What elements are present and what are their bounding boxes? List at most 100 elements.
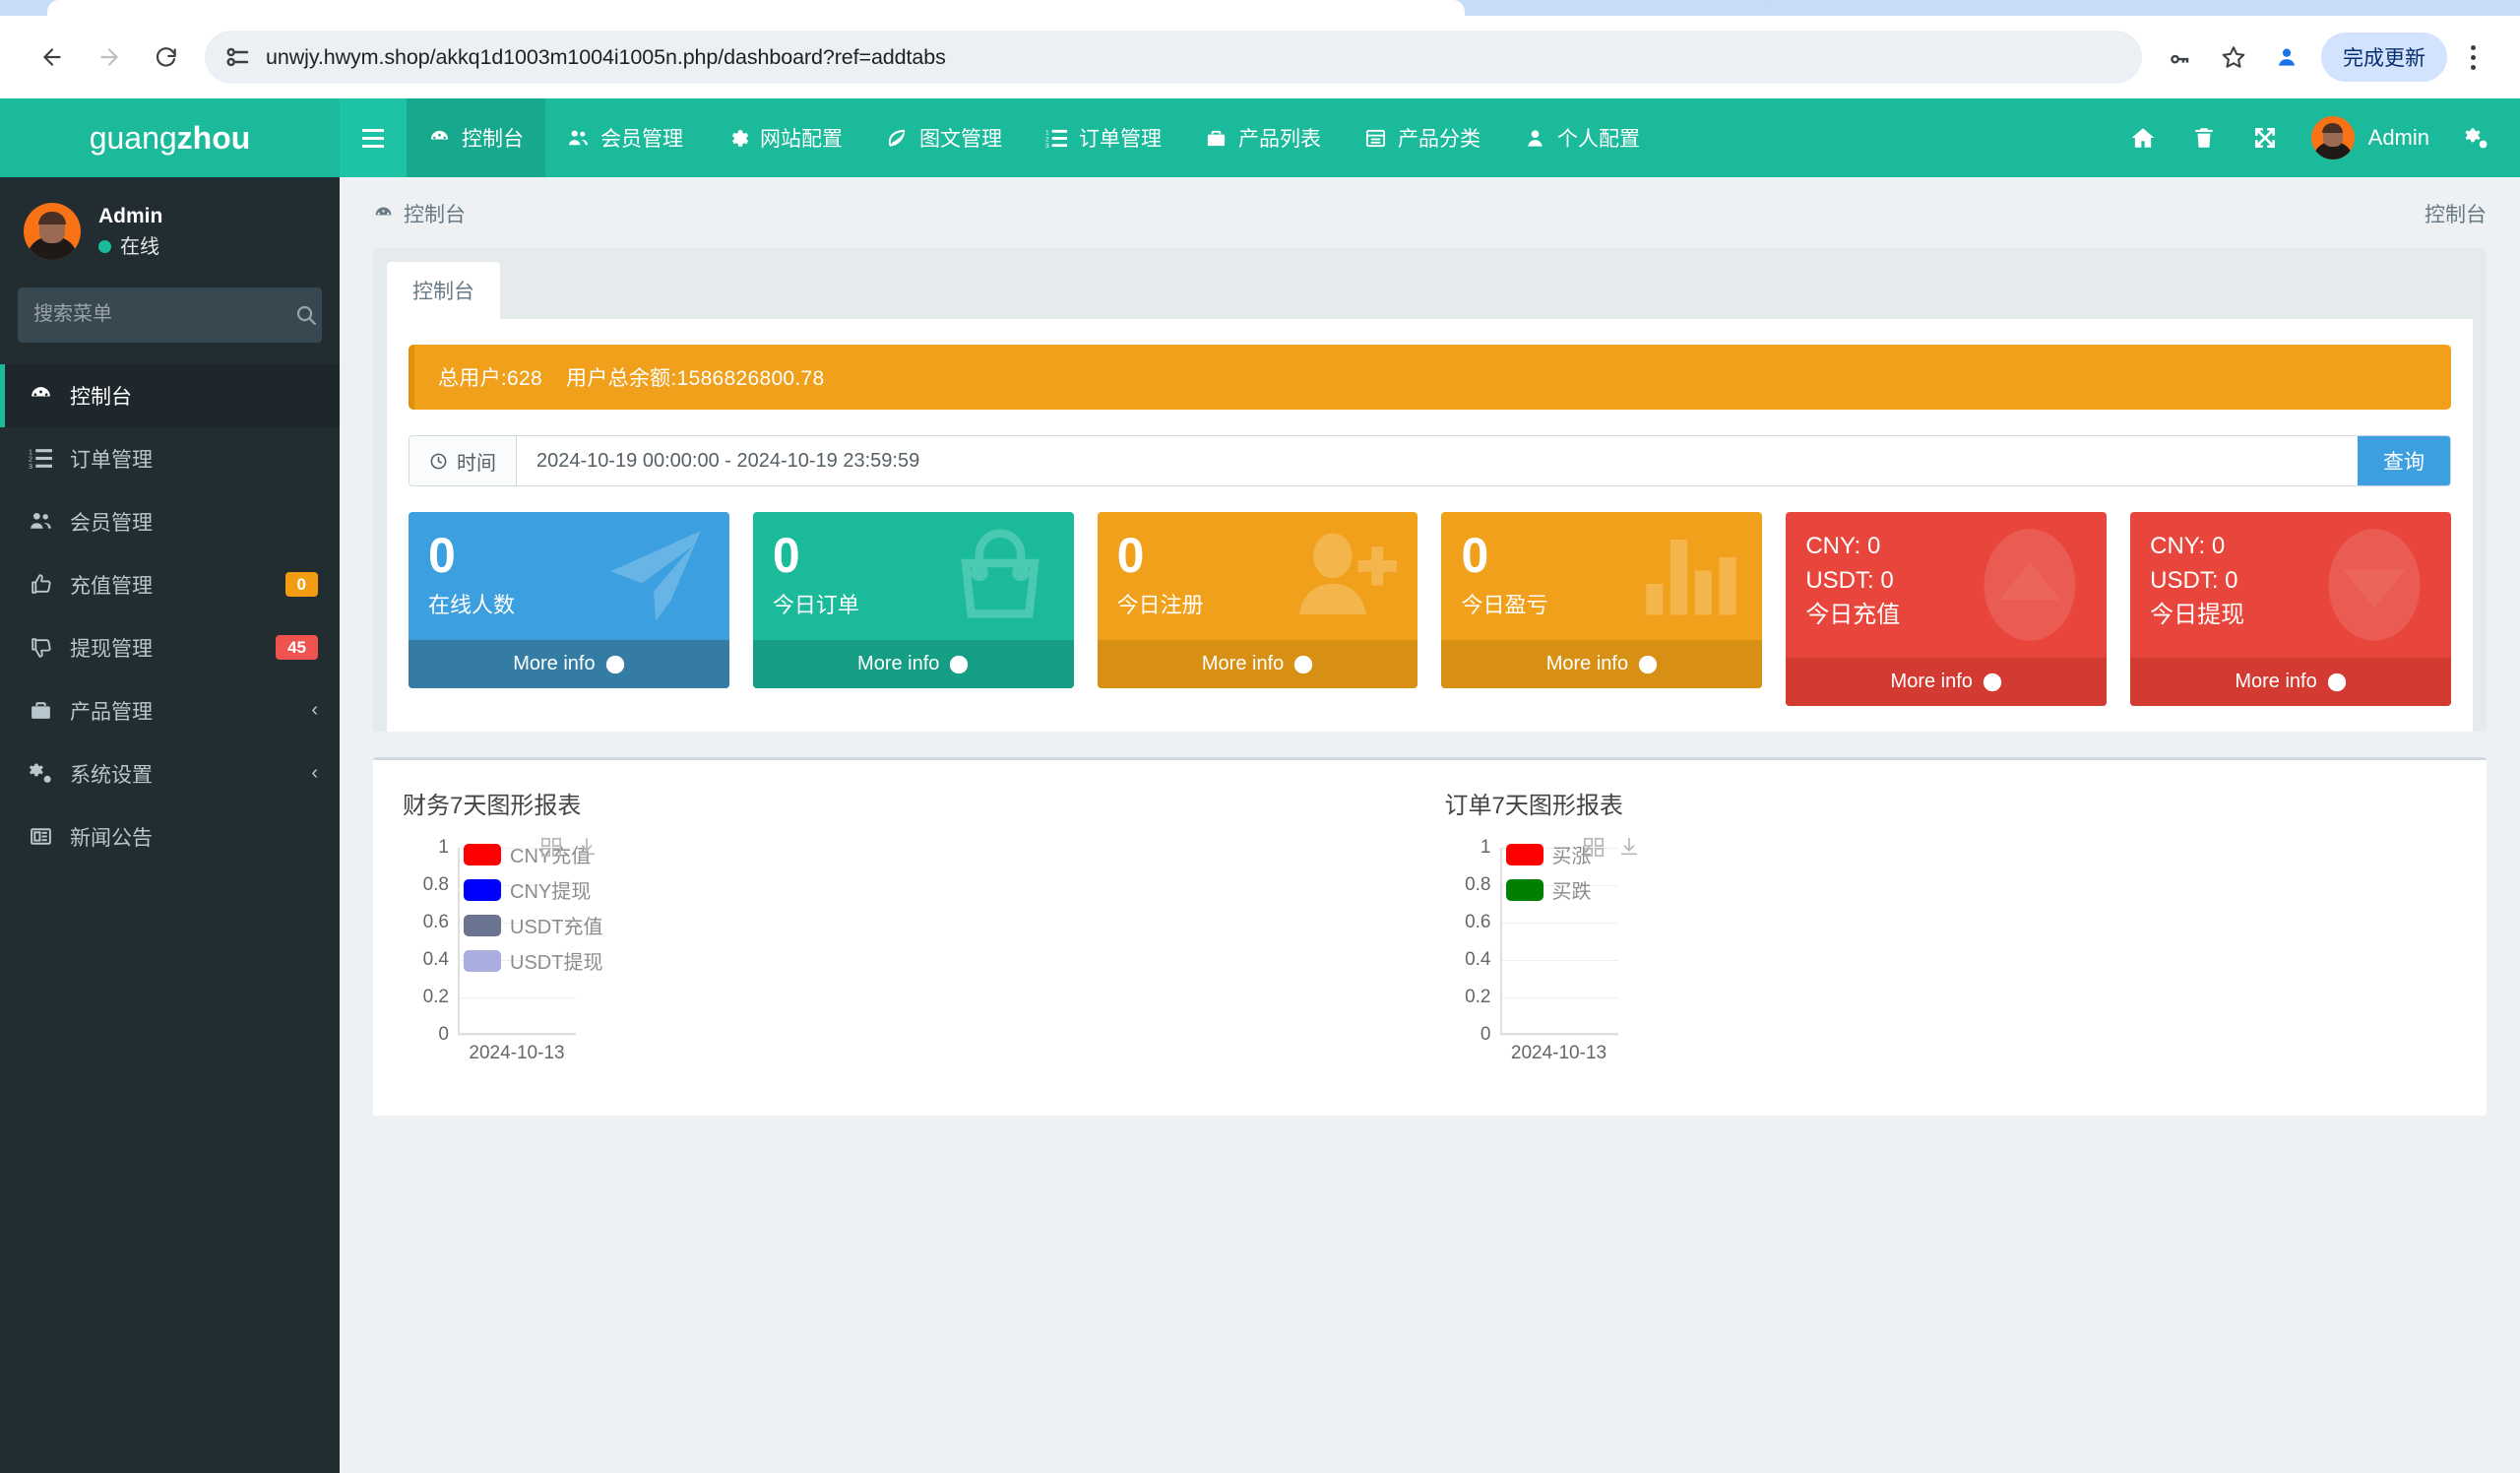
more-info-link[interactable]: More info: [2130, 658, 2451, 706]
chart-gridline: [1499, 923, 1618, 924]
nav-link-2[interactable]: 网站配置: [705, 98, 864, 177]
more-info-link[interactable]: More info: [409, 640, 729, 688]
sidebar-item-label: 控制台: [70, 385, 132, 409]
nav-link-6[interactable]: 产品分类: [1343, 98, 1502, 177]
more-info-link[interactable]: More info: [752, 640, 1074, 688]
more-info-link[interactable]: More info: [1097, 640, 1418, 688]
home-icon[interactable]: [2112, 98, 2174, 177]
more-info-link[interactable]: More info: [1786, 658, 2108, 706]
nav-link-7[interactable]: 个人配置: [1502, 98, 1662, 177]
nav-link-5[interactable]: 产品列表: [1183, 98, 1343, 177]
nav-link-1[interactable]: 会员管理: [545, 98, 705, 177]
chart-legend-item[interactable]: USDT提现: [464, 946, 602, 975]
finish-update-button[interactable]: 完成更新: [2321, 32, 2447, 82]
search-icon[interactable]: [294, 303, 318, 327]
more-info-link[interactable]: More info: [1441, 640, 1763, 688]
tabstrip-left-spacer: [0, 0, 47, 16]
chart-y-tick: 1: [438, 837, 449, 858]
money-card-usdt: USDT: 0: [2150, 564, 2431, 599]
browser-profile-icon[interactable]: [2262, 32, 2311, 82]
stat-card-value: 0: [772, 528, 800, 583]
reload-icon[interactable]: [140, 31, 193, 84]
chart-y-tick: 0: [438, 1024, 449, 1045]
stat-card-2[interactable]: 0 今日注册 More info: [1097, 512, 1418, 688]
sidebar-item-label: 系统设置: [70, 763, 153, 787]
money-card-label: 今日充值: [1805, 601, 1901, 628]
arrow-circle-right-icon: [2327, 672, 2346, 691]
nav-link-label: 产品分类: [1398, 128, 1480, 151]
chart-x-axis: [1499, 1033, 1618, 1035]
online-dot-icon: [98, 240, 111, 253]
chart-toolbar: [1583, 836, 1640, 863]
money-card-cny-value: 0: [2211, 533, 2226, 559]
sidebar-item-label: 提现管理: [70, 637, 153, 661]
password-key-icon[interactable]: [2156, 32, 2205, 82]
address-bar[interactable]: unwjy.hwym.shop/akkq1d1003m1004i1005n.ph…: [205, 31, 2142, 84]
data-view-icon[interactable]: [540, 836, 562, 863]
money-card-cny-label: CNY:: [1805, 533, 1861, 559]
nav-link-label: 个人配置: [1557, 128, 1640, 151]
chart-legend-item[interactable]: USDT充值: [464, 911, 602, 939]
bookmark-star-icon[interactable]: [2209, 32, 2258, 82]
nav-link-3[interactable]: 图文管理: [864, 98, 1024, 177]
brand-part-2: zhou: [176, 119, 251, 156]
chart-toolbar: [540, 836, 598, 863]
stat-card-3[interactable]: 0 今日盈亏 More info: [1441, 512, 1763, 688]
breadcrumb-right: 控制台: [2425, 204, 2487, 226]
sidebar-search[interactable]: [18, 287, 322, 343]
legend-swatch-icon: [464, 914, 501, 936]
hamburger-icon: [362, 128, 384, 148]
panel-tabs: 控制台: [387, 262, 2473, 319]
browser-menu-icon[interactable]: [2451, 32, 2494, 82]
stat-card-1[interactable]: 0 今日订单 More info: [752, 512, 1074, 688]
money-card-1[interactable]: CNY: 0 USDT: 0 今日提现 More info: [2130, 512, 2451, 706]
finance-chart[interactable]: 1 0.8 0.6 0.4 0.2 0 2024-10-13 CNY充值 CNY提现 USDT充值…: [403, 830, 1416, 1076]
query-button[interactable]: 查询: [2358, 436, 2450, 485]
users-icon: [567, 127, 590, 150]
download-icon[interactable]: [1618, 836, 1640, 863]
download-icon[interactable]: [576, 836, 598, 863]
sidebar-item-1[interactable]: 1 2 3 订单管理: [0, 427, 340, 490]
sidebar-item-2[interactable]: 会员管理: [0, 490, 340, 553]
sidebar-item-3[interactable]: 充值管理 0: [0, 553, 340, 616]
chart-legend-item[interactable]: 买涨: [1505, 840, 1592, 868]
chart-y-axis: [1499, 848, 1502, 1035]
fullscreen-expand-icon[interactable]: [2235, 98, 2296, 177]
back-icon[interactable]: [26, 31, 79, 84]
tab-dashboard[interactable]: 控制台: [387, 262, 500, 319]
sidebar-user-status-label: 在线: [120, 235, 159, 258]
navbar-user-menu[interactable]: Admin: [2296, 98, 2445, 177]
chart-y-tick: 0.4: [1465, 949, 1491, 970]
nav-link-0[interactable]: 控制台: [407, 98, 545, 177]
site-settings-icon[interactable]: [222, 42, 252, 72]
data-view-icon[interactable]: [1583, 836, 1605, 863]
sidebar-item-7[interactable]: 新闻公告: [0, 805, 340, 868]
sidebar-item-0[interactable]: 控制台: [0, 363, 340, 427]
chart-legend-item[interactable]: CNY提现: [464, 875, 602, 904]
content-area: 控制台 会员管理 网站配置 图文管理 1 2 3 订单管理 产品列表 产品分类 个人配置 Admin: [340, 98, 2520, 1473]
trash-icon[interactable]: [2174, 98, 2235, 177]
stat-card-0[interactable]: 0 在线人数 More info: [409, 512, 729, 688]
url-text: unwjy.hwym.shop/akkq1d1003m1004i1005n.ph…: [266, 44, 946, 69]
search-input[interactable]: [33, 303, 294, 326]
arrow-circle-right-icon: [1638, 655, 1658, 673]
chart-gridline: [1499, 997, 1618, 998]
sidebar-toggle-button[interactable]: [340, 98, 407, 177]
app-shell: guangzhou Admin 在线 控制台123订单管理会员管理充值管理0提现…: [0, 98, 2520, 1473]
chart-x-axis: [458, 1033, 576, 1035]
date-range-input[interactable]: 2024-10-19 00:00:00 - 2024-10-19 23:59:5…: [517, 436, 2358, 485]
browser-tab-secondary[interactable]: [1756, 0, 1894, 16]
nav-link-4[interactable]: 1 2 3 订单管理: [1024, 98, 1183, 177]
more-info-label: More info: [1545, 653, 1629, 674]
chart-legend-item[interactable]: 买跌: [1505, 875, 1592, 904]
sidebar-item-4[interactable]: 提现管理 45: [0, 616, 340, 679]
sidebar-item-5[interactable]: 产品管理 ‹: [0, 679, 340, 742]
brand-logo[interactable]: guang zhou: [0, 98, 340, 177]
sidebar-user-panel[interactable]: Admin 在线: [0, 177, 340, 282]
money-card-0[interactable]: CNY: 0 USDT: 0 今日充值 More info: [1786, 512, 2108, 706]
legend-swatch-icon: [464, 878, 501, 901]
settings-gears-icon[interactable]: [2445, 98, 2506, 177]
sidebar-item-6[interactable]: 系统设置 ‹: [0, 742, 340, 805]
browser-tab-active[interactable]: [47, 0, 1465, 16]
orders-chart[interactable]: 1 0.8 0.6 0.4 0.2 0 2024-10-13 买涨 买跌: [1445, 830, 2458, 1076]
